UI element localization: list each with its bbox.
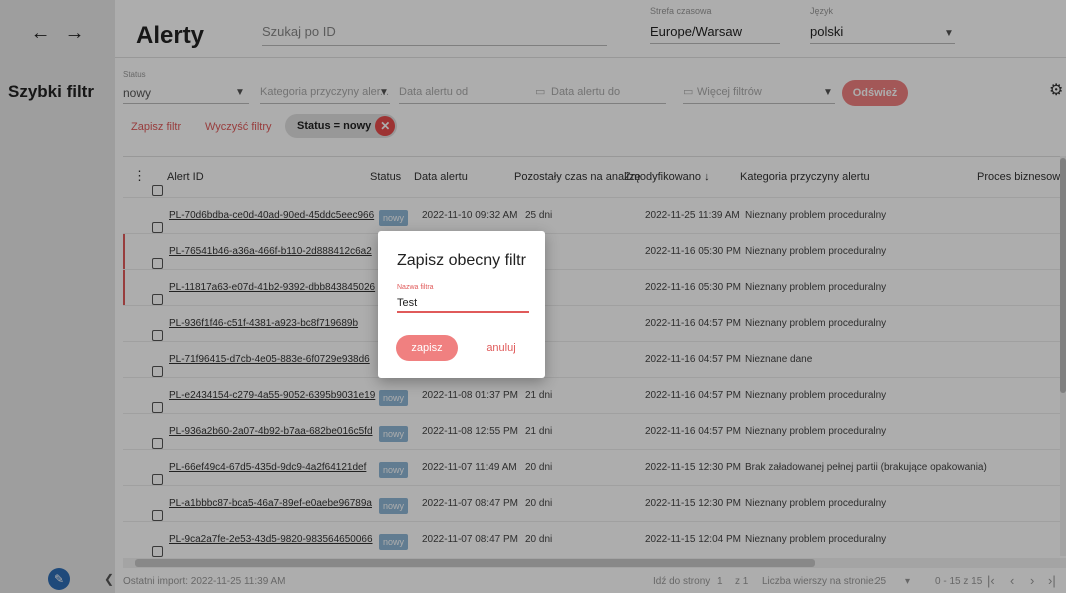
filter-name-label: Nazwa filtra — [397, 284, 434, 291]
filter-name-input[interactable] — [397, 295, 529, 313]
save-button[interactable]: zapisz — [396, 335, 458, 361]
save-filter-dialog: Zapisz obecny filtr Nazwa filtra zapisz … — [378, 231, 545, 378]
dialog-title: Zapisz obecny filtr — [397, 252, 526, 269]
cancel-button[interactable]: anuluj — [476, 335, 526, 361]
